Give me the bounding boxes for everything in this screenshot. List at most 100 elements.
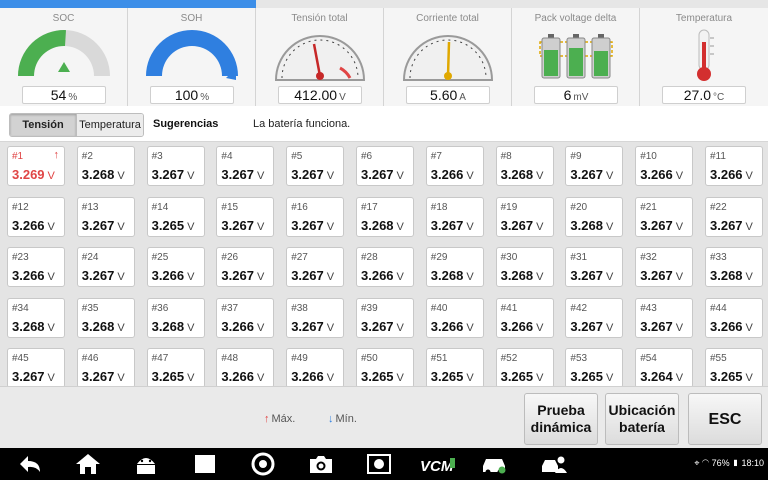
cell-voltage: 3.267 V	[431, 218, 474, 233]
cell-voltage-item: #27 3.267 V	[286, 247, 345, 287]
cell-voltage-value: 3.268	[81, 167, 115, 182]
cell-voltage-unit: V	[256, 220, 265, 233]
cell-voltage-item: #7 3.266 V	[425, 146, 484, 186]
tab-voltage[interactable]: Tensión	[10, 114, 76, 136]
value-text: 6	[563, 87, 572, 103]
cell-number: #2	[81, 151, 93, 162]
cell-number: #28	[361, 252, 378, 263]
cell-voltage-unit: V	[466, 271, 474, 283]
gauge-title: Corriente total	[416, 13, 479, 24]
remote-support-icon[interactable]	[540, 452, 568, 476]
back-icon[interactable]	[16, 452, 44, 476]
cell-voltage-unit: V	[675, 321, 684, 334]
cell-voltage: 3.266 V	[221, 319, 264, 334]
cell-voltage-item: #14 3.265 V	[146, 196, 205, 237]
cell-voltage-unit: V	[536, 271, 544, 283]
cell-voltage-item: #39 3.267 V	[356, 297, 414, 338]
cell-number: #54	[640, 353, 657, 364]
cell-voltage-value: 3.266	[640, 167, 673, 182]
cell-voltage-value: 3.266	[151, 268, 185, 283]
temperature-value: 27.0 °C	[662, 86, 746, 104]
cell-voltage: 3.267 V	[291, 319, 334, 334]
cell-voltage-item: #38 3.267 V	[286, 297, 345, 338]
cell-voltage-item: #4 3.267 V	[216, 146, 275, 186]
esc-button[interactable]: ESC	[688, 393, 762, 445]
cell-number: #12	[12, 201, 29, 213]
location-icon: ⌖	[694, 458, 700, 468]
cell-voltage-item: #32 3.267 V	[635, 247, 694, 287]
cell-voltage-unit: V	[187, 321, 195, 334]
cell-voltage-value: 3.266	[710, 167, 743, 182]
cell-voltage-item: #16 3.267 V	[286, 196, 345, 237]
brightness-icon[interactable]	[365, 452, 393, 476]
dynamic-test-button[interactable]: Prueba dinámica	[524, 393, 598, 445]
battery-percentage: 76%	[711, 458, 730, 468]
gauge-temperature: Temperatura 27.0 °C	[640, 8, 768, 106]
cell-number: #25	[151, 252, 169, 263]
cell-number: #13	[81, 201, 99, 213]
recent-apps-icon[interactable]	[191, 452, 219, 476]
tab-bar: Tensión Temperatura Sugerencias La bater…	[0, 106, 768, 142]
cell-voltage: 3.267 V	[570, 268, 613, 283]
cell-number: #29	[430, 252, 448, 263]
cell-voltage-item: #6 3.267 V	[356, 146, 414, 186]
soh-arc-gauge-icon	[146, 30, 238, 80]
value-text: 27.0	[683, 87, 711, 103]
soc-value: 54%	[22, 86, 106, 104]
cell-voltage: 3.266 V	[12, 268, 55, 283]
camera-icon[interactable]	[307, 452, 335, 476]
cell-voltage: 3.265 V	[570, 369, 613, 384]
cell-voltage-unit: V	[256, 321, 265, 334]
cell-voltage-item: #3 3.267 V	[146, 146, 205, 186]
cell-number: #42	[570, 302, 588, 314]
cell-voltage-unit: V	[675, 372, 684, 384]
cell-voltage-item: #29 3.268 V	[425, 247, 484, 287]
android-icon[interactable]	[132, 452, 160, 476]
cell-voltage-unit: V	[605, 170, 614, 182]
cell-voltage-unit: V	[466, 220, 474, 233]
cell-voltage-item: #5 3.267 V	[286, 146, 345, 186]
cell-voltage: 3.266 V	[431, 319, 474, 334]
home-icon[interactable]	[74, 452, 102, 476]
cell-voltage: 3.265 V	[431, 369, 474, 384]
cell-voltage-unit: V	[187, 220, 195, 233]
cell-voltage: 3.267 V	[710, 218, 753, 233]
cell-voltage-value: 3.268	[570, 217, 603, 233]
cell-voltage: 3.265 V	[361, 369, 404, 384]
cell-voltage-item: #18 3.267 V	[425, 196, 484, 237]
chrome-icon[interactable]	[249, 452, 277, 476]
cell-number: #16	[291, 201, 308, 213]
cell-voltage-item: #44 3.266 V	[705, 297, 763, 338]
cell-number: #52	[500, 353, 518, 364]
system-nav-bar: VCM ⌖ ◠ 76% ▮ 18:10	[0, 448, 768, 480]
cell-number: #4	[221, 151, 233, 162]
cell-voltage: 3.267 V	[291, 218, 334, 233]
cell-number: #50	[361, 353, 378, 364]
unit-text: °C	[713, 92, 725, 103]
view-tabs: Tensión Temperatura	[9, 113, 144, 137]
gauge-soh: SOH 100%	[128, 8, 256, 106]
active-section-indicator	[0, 0, 256, 8]
cell-voltage-value: 3.267	[361, 318, 394, 334]
tab-temperature[interactable]: Temperatura	[76, 114, 143, 136]
cell-voltage-value: 3.267	[640, 318, 673, 334]
cell-voltage: 3.266 V	[291, 369, 334, 384]
cell-number: #8	[500, 151, 512, 162]
cell-voltage-item: #22 3.267 V	[705, 196, 763, 237]
vehicle-icon[interactable]	[480, 452, 508, 476]
cell-voltage-unit: V	[536, 372, 544, 384]
battery-location-button[interactable]: Ubicación batería	[605, 393, 679, 445]
cell-voltage-unit: V	[396, 321, 404, 334]
cell-voltage: 3.267 V	[221, 218, 264, 233]
cell-voltage-item: #51 3.265 V	[425, 348, 484, 388]
vcm-icon[interactable]: VCM	[418, 452, 458, 476]
cell-voltage-unit: V	[117, 372, 125, 384]
pack-voltage-delta-value: 6 mV	[534, 86, 618, 104]
cell-voltage-unit: V	[536, 321, 544, 334]
cell-voltage-value: 3.267	[710, 217, 743, 233]
gauge-title: Pack voltage delta	[534, 13, 617, 24]
cell-voltage-value: 3.265	[151, 217, 185, 233]
cell-voltage-value: 3.268	[710, 268, 743, 283]
gauge-total-voltage: Tensión total 412.00 V	[256, 8, 384, 106]
cell-number: #26	[221, 252, 239, 263]
